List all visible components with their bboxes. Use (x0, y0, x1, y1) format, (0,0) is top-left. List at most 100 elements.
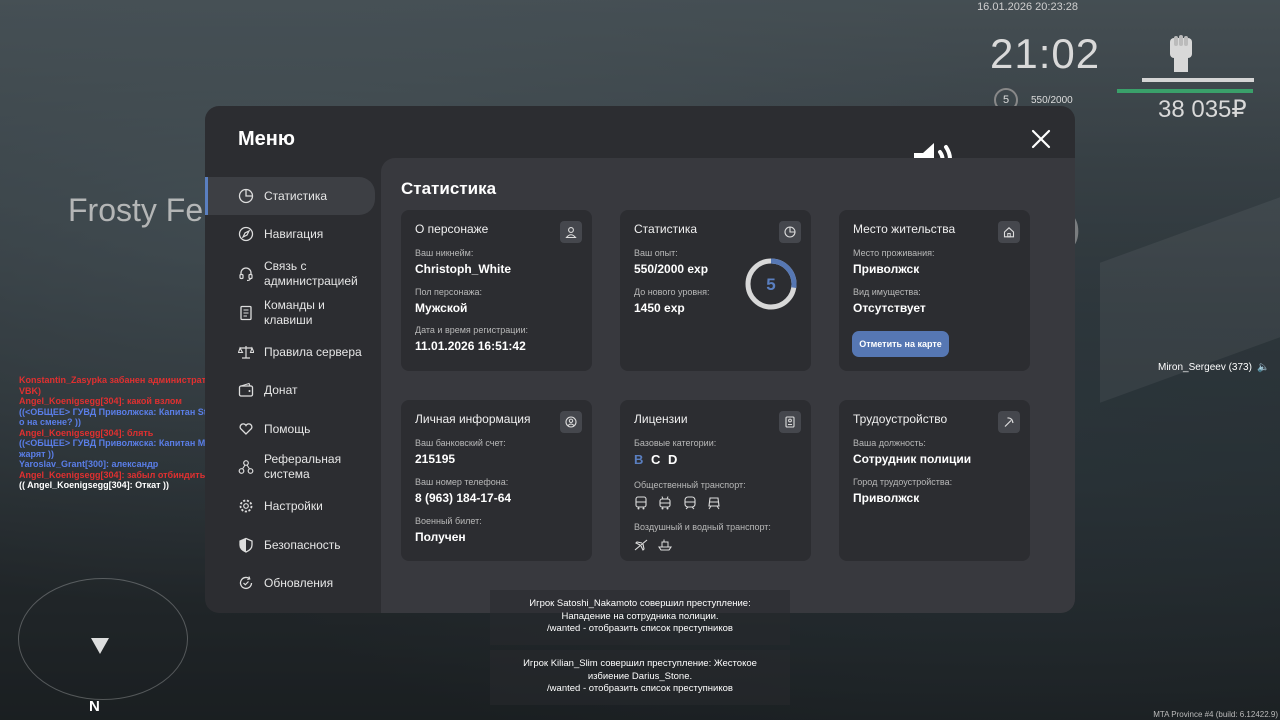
nav-label: Безопасность (264, 537, 341, 552)
card-statistics: Статистика Ваш опыт: 550/2000 exp До нов… (620, 210, 811, 371)
refresh-check-icon (239, 576, 253, 590)
close-icon[interactable] (1030, 128, 1052, 150)
reg-value: 11.01.2026 16:51:42 (415, 339, 526, 353)
document-icon (240, 305, 252, 320)
nav-label: Помощь (264, 421, 311, 436)
nav-donate[interactable]: Донат (205, 382, 375, 398)
world-text: Frosty Fer (68, 192, 214, 228)
gender-value: Мужской (415, 301, 468, 315)
shield-icon (239, 537, 253, 553)
card-title: Личная информация (415, 412, 531, 426)
notification-line: Игрок Kilian_Slim совершил преступление:… (523, 658, 757, 669)
nav-statistics[interactable]: Статистика (205, 177, 375, 215)
notification-line: /wanted - отобразить список преступников (547, 683, 733, 694)
position-label: Ваша должность: (853, 438, 926, 448)
player-nametag: Miron_Sergeev (373) (1158, 362, 1252, 373)
nav-settings[interactable]: Настройки (205, 498, 375, 514)
id-card-icon (785, 416, 795, 428)
wallet-icon (238, 382, 254, 397)
hud-exp: 550/2000 (1031, 95, 1073, 106)
nav-help[interactable]: Помощь (205, 421, 375, 437)
card-residence: Место жительства Место проживания: Приво… (839, 210, 1030, 371)
place-value: Приволжск (853, 262, 920, 276)
trolleybus-icon (659, 496, 671, 510)
nav-rules[interactable]: Правила сервера (205, 344, 375, 360)
player-arrow-icon (91, 638, 109, 654)
card-licenses: Лицензии Базовые категории: B C D Общест… (620, 400, 811, 561)
property-label: Вид имущества: (853, 287, 921, 297)
notification-line: /wanted - отобразить список преступников (547, 623, 733, 634)
card-icon-button (779, 411, 801, 433)
license-category-d: D (668, 452, 678, 467)
card-icon-button (560, 221, 582, 243)
user-icon (565, 227, 577, 238)
north-marker: N (89, 698, 100, 715)
card-title: О персонаже (415, 222, 489, 236)
notification-line: избиение Darius_Stone. (587, 670, 693, 682)
nav-label: Связь с администрацией (264, 259, 358, 288)
heart-hand-icon (239, 423, 253, 435)
content-panel: Статистика О персонаже Ваш никнейм: Chri… (381, 158, 1075, 613)
card-title: Место жительства (853, 222, 956, 236)
card-icon-button (779, 221, 801, 243)
card-icon-button (998, 411, 1020, 433)
nav-navigation[interactable]: Навигация (205, 226, 375, 242)
nav-commands[interactable]: Команды и клавиши (205, 298, 375, 327)
mark-on-map-button[interactable]: Отметить на карте (852, 331, 949, 357)
base-categories-label: Базовые категории: (634, 438, 717, 448)
military-label: Военный билет: (415, 516, 482, 526)
job-city-label: Город трудоустройства: (853, 477, 953, 487)
military-value: Получен (415, 530, 466, 544)
phone-value: 8 (963) 184-17-64 (415, 491, 512, 505)
card-title: Статистика (634, 222, 698, 236)
public-transport-label: Общественный транспорт: (634, 480, 746, 490)
voice-icon: 🔈 (1257, 362, 1270, 373)
metro-icon (708, 497, 720, 510)
exp-label: Ваш опыт: (634, 248, 678, 258)
level-value: 5 (766, 275, 775, 294)
air-water-label: Воздушный и водный транспорт: (634, 522, 771, 532)
exp-value: 550/2000 exp (634, 262, 709, 276)
tram-icon (684, 496, 696, 510)
hud-money: 38 035₽ (1158, 96, 1247, 123)
card-title: Лицензии (634, 412, 688, 426)
stamina-bar (1117, 89, 1253, 93)
license-category-b: B (634, 452, 644, 467)
card-character: О персонаже Ваш никнейм: Christoph_White… (401, 210, 592, 371)
boat-icon (658, 539, 672, 551)
bank-value: 215195 (415, 452, 456, 466)
nav-label: Команды и клавиши (264, 298, 325, 327)
nav-admin-contact[interactable]: Связь с администрацией (205, 259, 375, 288)
nav-referral[interactable]: Реферальная система (205, 452, 375, 481)
gear-icon (239, 499, 253, 513)
job-city-value: Приволжск (853, 491, 920, 505)
nav-updates[interactable]: Обновления (205, 575, 375, 591)
nav-security[interactable]: Безопасность (205, 537, 375, 553)
pie-chart-icon (784, 226, 796, 238)
health-bar (1142, 78, 1254, 82)
home-icon (1003, 227, 1015, 238)
gender-label: Пол персонажа: (415, 287, 483, 297)
menu-window: Меню Статистика Навигация Связь с админи… (205, 106, 1075, 613)
pie-chart-icon (238, 188, 254, 204)
next-level-label: До нового уровня: (634, 287, 710, 297)
crime-notification: Игрок Satoshi_Nakamoto совершил преступл… (490, 590, 790, 645)
headset-icon (239, 266, 253, 281)
next-level-value: 1450 exp (634, 301, 685, 315)
nav-label: Навигация (264, 226, 324, 241)
card-employment: Трудоустройство Ваша должность: Сотрудни… (839, 400, 1030, 561)
card-icon-button (998, 221, 1020, 243)
position-value: Сотрудник полиции (853, 452, 972, 466)
content-title: Статистика (401, 179, 497, 198)
phone-label: Ваш номер телефона: (415, 477, 509, 487)
nav-label: Реферальная система (264, 452, 342, 481)
compass-icon (238, 226, 254, 242)
hud-datetime: 16.01.2026 20:23:28 (977, 1, 1078, 13)
scales-icon (238, 346, 254, 359)
reg-label: Дата и время регистрации: (415, 325, 528, 335)
nick-label: Ваш никнейм: (415, 248, 474, 258)
pickaxe-icon (1004, 417, 1014, 427)
nick-value: Christoph_White (415, 262, 511, 276)
bus-icon (635, 496, 647, 510)
crime-notification: Игрок Kilian_Slim совершил преступление:… (490, 650, 790, 705)
